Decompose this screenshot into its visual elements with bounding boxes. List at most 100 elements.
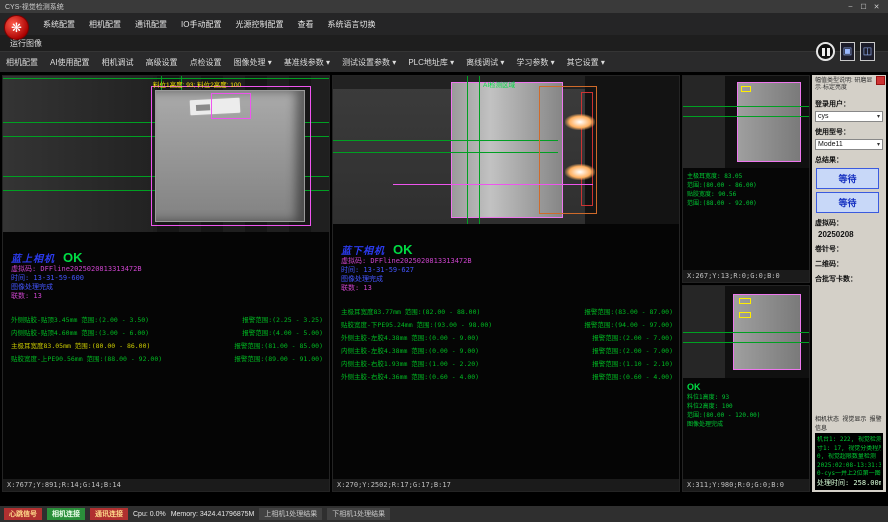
pause-icon [827,48,830,56]
process-done-line: 图像处理完成 [341,275,673,284]
save-image-button[interactable]: ◫ [860,42,875,61]
measurement-value: 内侧主胶-左胶4.38mm 范围:(0.00 - 9.00) [341,345,479,358]
thumbnail-column: 主极耳宽度: 83.05 范围:(80.00 - 86.00) 贴胶宽度: 90… [682,75,810,492]
measurement-row: 外侧主胶-左胶4.38mm 范围:(0.00 - 9.00) 报警范围:(2.0… [341,332,673,345]
alarm-range: 报警范围:(2.25 - 3.25) [242,314,323,327]
heartbeat-status-chip: 心跳信号 [4,508,42,520]
count-line: 联数: 13 [341,284,673,293]
thumb-text-line: 范围:(88.00 - 92.00) [687,199,805,208]
measurement-row: 主极耳宽度83.77mm 范围:(82.00 - 88.00) 报警范围:(83… [341,306,673,319]
save-icon: ◫ [863,46,872,57]
camera-view-button[interactable]: ▣ [840,42,855,61]
thumb1-results: 主极耳宽度: 83.05 范围:(80.00 - 86.00) 贴胶宽度: 90… [683,168,809,270]
left-camera-image: 料位1高度: 93; 料位2高度: 100 [3,76,329,232]
thumb-text-line: 贴胶宽度: 90.56 [687,190,805,199]
level-height-label: 料位1高度: 93; 料位2高度: 100 [153,79,241,89]
tab-run-image[interactable]: 运行图像 [0,38,42,51]
weld-glow [565,114,595,130]
process-time-line: 处理时间: 258.00ms [817,479,881,488]
thumb-text-line: 图像处理完成 [687,420,805,429]
roi-box-yellow [739,298,751,304]
ai-region-label: AI检测区域 [483,79,515,89]
menu-system-config[interactable]: 系统配置 [36,19,82,30]
tool-test-params[interactable]: 测试设置参数 ▾ [336,57,402,68]
measure-line [333,152,558,153]
menu-comm-config[interactable]: 通讯配置 [128,19,174,30]
pause-button[interactable] [816,42,835,61]
thumb1-image [683,76,809,168]
comm-connect-chip: 通讯连接 [90,508,128,520]
thumb-text-line: 主极耳宽度: 83.05 [687,172,805,181]
tool-image-process[interactable]: 图像处理 ▾ [228,57,278,68]
measurement-row: 外侧贴胶-贴顶3.45mm 范围:(2.00 - 3.50) 报警范围:(2.2… [11,314,323,327]
tool-advanced-settings[interactable]: 高级设置 [140,57,184,68]
status-bar: 心跳信号 相机连接 通讯连接 Cpu: 0.0% Memory: 3424.41… [0,506,888,522]
qr-code-label: 二维码： [815,259,883,269]
tool-ai-config[interactable]: AI使用配置 [44,57,96,68]
model-select[interactable]: Mode11 ▾ [815,139,883,150]
measurement-row: 外侧主胶-右胶4.36mm 范围:(0.60 - 4.00) 报警范围:(0.6… [341,371,673,384]
total-result-box-2: 等待 [816,192,879,213]
measurement-value: 内侧主胶-右胶1.93mm 范围:(1.00 - 2.20) [341,358,479,371]
alarm-range: 报警范围:(89.00 - 91.00) [234,353,323,366]
left-camera-panel: 料位1高度: 93; 料位2高度: 100 蓝上相机 OK 虚拟码: DFFli… [2,75,330,492]
stats-line: 寸1: 17, 视觉分类程序: [817,445,881,454]
tool-camera-debug[interactable]: 相机调试 [96,57,140,68]
menu-camera-config[interactable]: 相机配置 [82,19,128,30]
alarm-range: 报警范围:(4.00 - 5.00) [242,327,323,340]
pixel-coordinate-readout: X:7677;Y:891;R:14;G:14;B:14 [3,479,329,491]
menu-light-control-config[interactable]: 光源控制配置 [228,19,290,30]
chevron-down-icon: ▾ [877,141,880,148]
login-user-select[interactable]: cys ▾ [815,111,883,122]
toolbar: 相机配置 AI使用配置 相机调试 高级设置 点检设置 图像处理 ▾ 基准线参数 … [0,51,888,73]
close-button[interactable]: ✕ [870,3,883,11]
alarm-range: 报警范围:(1.10 - 2.10) [592,358,673,371]
virtual-code-label: 虚拟码： [815,218,883,228]
menu-bar: 系统配置 相机配置 通讯配置 IO手动配置 光源控制配置 查看 系统语言切换 [0,13,888,35]
alarm-range: 报警范围:(2.00 - 7.00) [592,345,673,358]
camera-name: 蓝上相机 [11,250,55,265]
batch-write-label: 合批写卡数： [815,274,883,284]
tool-offline-debug[interactable]: 离线调试 ▾ [460,57,510,68]
thumb-text-line: 范围:(80.00 - 120.00) [687,411,805,420]
thumb2-results: OK 料位1高度: 93 料位2高度: 100 范围:(80.00 - 120.… [683,378,809,480]
tool-learn-params[interactable]: 学习参数 ▾ [510,57,560,68]
tool-spot-check[interactable]: 点检设置 [184,57,228,68]
stats-line: 0-cys一并上2位第一图像 [817,470,881,479]
menu-view[interactable]: 查看 [290,19,320,30]
measurement-list: 外侧贴胶-贴顶3.45mm 范围:(2.00 - 3.50) 报警范围:(2.2… [11,314,323,366]
info-sidebar: 幅值类型说明: 研磨显示·标定亮度 登录用户： cys ▾ 使用型号： Mode… [812,75,886,492]
login-user-value: cys [818,113,829,120]
camera-connect-chip: 相机连接 [47,508,85,520]
measurement-value: 内侧贴胶-贴顶4.60mm 范围:(3.00 - 6.00) [11,327,149,340]
measurement-list: 主极耳宽度83.77mm 范围:(82.00 - 88.00) 报警范围:(83… [341,306,673,384]
window-title: CYS-视觉检测系统 [5,2,64,12]
measure-line-magenta [393,184,593,185]
left-camera-results: 蓝上相机 OK 虚拟码: DFFline2025020813313472B 时间… [3,232,329,479]
app-window: CYS-视觉检测系统 – ☐ ✕ ❋ 系统配置 相机配置 通讯配置 IO手动配置… [0,0,888,522]
bottom-camera-result-button[interactable]: 下相机1处理结果 [327,508,390,520]
menu-io-manual-config[interactable]: IO手动配置 [174,19,228,30]
camera-title-row: 蓝下相机 OK [341,242,673,257]
panel-close-button[interactable] [876,76,885,85]
tool-baseline-params[interactable]: 基准线参数 ▾ [278,57,336,68]
amplitude-note: 幅值类型说明: 研磨显示·标定亮度 [815,78,873,92]
minimize-button[interactable]: – [844,3,857,10]
chevron-down-icon: ▾ [877,113,880,120]
maximize-button[interactable]: ☐ [857,3,870,11]
result-badge: OK [63,250,83,265]
menu-language-switch[interactable]: 系统语言切换 [320,19,382,30]
login-user-label: 登录用户： [815,99,883,109]
thumb-text-line: 料位2高度: 100 [687,402,805,411]
measure-line [467,76,468,224]
top-camera-result-button[interactable]: 上相机1处理结果 [259,508,322,520]
tool-plc-address[interactable]: PLC地址库 ▾ [402,57,460,68]
roi-box [211,93,251,119]
measure-line [683,106,809,107]
measurement-value: 贴胶宽度-上PE90.56mm 范围:(88.00 - 92.00) [11,353,162,366]
mid-camera-panel: AI检测区域 蓝下相机 OK 虚拟码: DFFline2025020813313… [332,75,680,492]
tool-other-settings[interactable]: 其它设置 ▾ [561,57,611,68]
alarm-range: 报警范围:(0.60 - 4.00) [592,371,673,384]
tool-camera-config[interactable]: 相机配置 [0,57,44,68]
cpu-usage: Cpu: 0.0% [133,511,166,518]
